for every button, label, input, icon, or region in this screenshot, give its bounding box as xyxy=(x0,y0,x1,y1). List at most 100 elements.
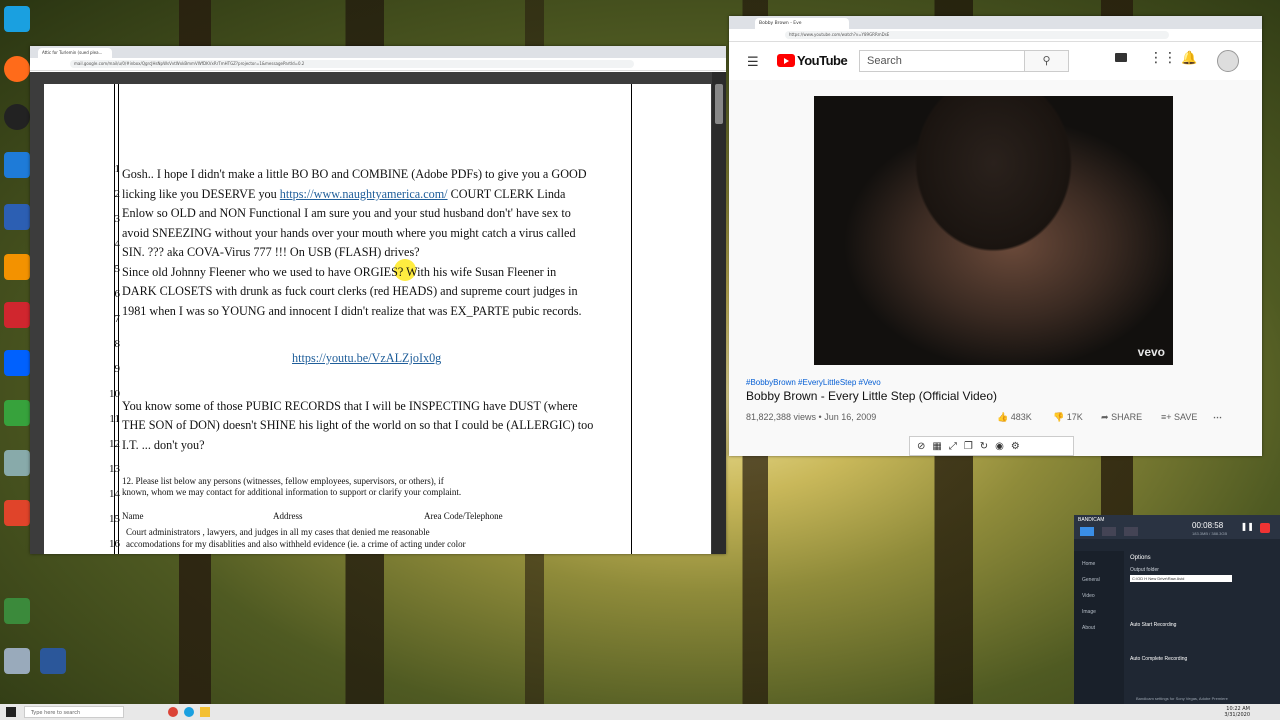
menu-home[interactable]: Home xyxy=(1082,561,1095,567)
system-clock[interactable]: 10:22 AM 3/31/2020 xyxy=(1224,706,1250,718)
start-windows-icon[interactable] xyxy=(6,707,16,717)
chrome-desktop-icon[interactable] xyxy=(4,104,30,130)
chrome-taskbar-icon[interactable] xyxy=(168,707,178,717)
url-field[interactable]: mail.google.com/mail/u/0/#inbox/QgrcJHsN… xyxy=(70,60,634,68)
address-bar: mail.google.com/mail/u/0/#inbox/QgrcJHsN… xyxy=(30,58,726,71)
game-mode-icon[interactable] xyxy=(1102,527,1116,536)
camtasia-desktop-icon[interactable] xyxy=(4,400,30,426)
line-number: 9 xyxy=(114,363,121,375)
pdf-viewer: 1 2 3 4 5 6 7 8 9 10 11 12 13 14 15 16 G… xyxy=(30,72,726,554)
recording-timer: 00:08:58 xyxy=(1192,521,1224,530)
apps-grid-icon[interactable]: ⋮⋮ xyxy=(1149,50,1177,66)
line-number: 4 xyxy=(114,238,121,250)
notifications-bell-icon[interactable]: 🔔 xyxy=(1181,51,1197,66)
pause-icon[interactable]: ❚❚ xyxy=(1241,522,1254,531)
thumbs-up-icon: 👍 xyxy=(997,412,1009,422)
search-button[interactable]: ⚲ xyxy=(1025,50,1069,72)
tab-strip: Bobby Brown - Eve xyxy=(729,16,1262,29)
youtube-tab[interactable]: Bobby Brown - Eve xyxy=(755,18,849,29)
column-address: Address xyxy=(273,511,303,521)
more-actions-icon[interactable]: ⋯ xyxy=(1213,412,1222,423)
text-fragment: licking like you DESERVE you xyxy=(122,187,280,201)
share-button[interactable]: ➦ SHARE xyxy=(1101,412,1142,423)
text-line: You know some of those PUBIC RECORDS tha… xyxy=(122,399,578,413)
text-line: Gosh.. I hope I didn't make a little BO … xyxy=(122,167,587,181)
bandicam-toolbar: BANDICAM 00:08:58 183.3MB / 388.3GB ❚❚ xyxy=(1074,515,1280,539)
scroll-thumb[interactable] xyxy=(715,84,723,124)
vlc-desktop-icon[interactable] xyxy=(4,254,30,280)
options-heading: Options xyxy=(1130,555,1151,561)
quicken-desktop-icon[interactable] xyxy=(4,302,30,328)
line-number: 3 xyxy=(114,213,121,225)
vertical-scrollbar[interactable] xyxy=(712,72,726,554)
dislike-count: 17K xyxy=(1066,412,1083,422)
bandicam-footer[interactable]: Bandicam settings for Sony Vegas, Adobe … xyxy=(1136,696,1228,701)
save-button[interactable]: ≡+ SAVE xyxy=(1161,412,1197,422)
word-desktop-icon[interactable] xyxy=(40,648,66,674)
text-line: I.T. ... don't you? xyxy=(122,438,205,452)
search-input[interactable]: Search xyxy=(859,50,1025,72)
dropbox-desktop-icon[interactable] xyxy=(4,350,30,376)
hamburger-menu-icon[interactable]: ☰ xyxy=(747,55,759,70)
line-number: 2 xyxy=(114,188,121,200)
youtube-header: ☰ YouTube Search ⚲ ⋮⋮ 🔔 xyxy=(729,42,1262,80)
taskbar: Type here to search 10:22 AM 3/31/2020 xyxy=(0,704,1280,720)
tab-strip: Attic for Turlemin (sued plea... xyxy=(30,46,726,58)
pdf-tab[interactable]: Attic for Turlemin (sued plea... xyxy=(38,48,112,58)
vevo-watermark: vevo xyxy=(1137,345,1165,359)
output-folder-field[interactable]: C:\OD H New Drive\Raw Avid xyxy=(1130,575,1232,582)
form-text: known, whom we may contact for additiona… xyxy=(122,487,462,497)
naughtyamerica-link[interactable]: https://www.naughtyamerica.com/ xyxy=(280,187,448,201)
access-desktop-icon[interactable] xyxy=(4,204,30,230)
wbb-desktop-icon[interactable] xyxy=(4,450,30,476)
create-video-icon[interactable] xyxy=(1115,53,1127,62)
line-number: 15 xyxy=(109,513,120,525)
save-playlist-icon: ≡+ xyxy=(1161,412,1172,422)
recording-desktop-icon[interactable] xyxy=(4,598,30,624)
clock-date: 3/31/2020 xyxy=(1224,712,1250,718)
bandicam-sidebar: Home General Video Image About xyxy=(1074,551,1124,705)
line-number: 8 xyxy=(114,338,121,350)
text-line: avoid SNEEZING without your hands over y… xyxy=(122,226,576,240)
menu-image[interactable]: Image xyxy=(1082,609,1096,615)
url-field[interactable]: https://www.youtube.com/watch?v=Y89GRRmD… xyxy=(785,31,1169,39)
bandicam-desktop-icon[interactable] xyxy=(4,500,30,526)
search-icon: ⚲ xyxy=(1042,54,1051,67)
bandicam-options: Options Output folder C:\OD H New Drive\… xyxy=(1130,555,1232,662)
menu-video[interactable]: Video xyxy=(1082,593,1095,599)
hashtags[interactable]: #BobbyBrown #EveryLittleStep #Vevo xyxy=(746,378,881,387)
explorer-taskbar-icon[interactable] xyxy=(200,707,210,717)
text-line: 1981 when I was so YOUNG and innocent I … xyxy=(122,304,582,318)
avast-desktop-icon[interactable] xyxy=(4,56,30,82)
thumbs-down-icon: 👎 xyxy=(1053,412,1065,422)
youtube-link[interactable]: https://youtu.be/VzALZjoIx0g xyxy=(292,351,441,365)
share-label: SHARE xyxy=(1111,412,1143,422)
ie-desktop-icon[interactable] xyxy=(4,152,30,178)
youtube-browser-window: Bobby Brown - Eve https://www.youtube.co… xyxy=(729,16,1262,456)
column-phone: Area Code/Telephone xyxy=(424,511,503,521)
menu-general[interactable]: General xyxy=(1082,577,1100,583)
line-number: 11 xyxy=(109,413,120,425)
video-player[interactable]: vevo xyxy=(814,96,1173,365)
avatar[interactable] xyxy=(1217,50,1239,72)
bandicam-window: BANDICAM 00:08:58 183.3MB / 388.3GB ❚❚ H… xyxy=(1074,515,1280,705)
edge-desktop-icon[interactable] xyxy=(4,6,30,32)
column-name: Name xyxy=(122,511,144,521)
recycle-bin-icon[interactable] xyxy=(4,648,30,674)
stop-record-button[interactable] xyxy=(1260,523,1270,533)
device-mode-icon[interactable] xyxy=(1124,527,1138,536)
like-button[interactable]: 👍 483K xyxy=(997,412,1032,423)
text-fragment: COURT CLERK Linda xyxy=(447,187,566,201)
screen-mode-icon[interactable] xyxy=(1080,527,1094,536)
pleading-page: 1 2 3 4 5 6 7 8 9 10 11 12 13 14 15 16 G… xyxy=(44,84,711,554)
line-number: 10 xyxy=(109,388,120,400)
screen-capture-toolbar[interactable]: ⊘▦⤢❐↻◉⚙ xyxy=(909,436,1074,456)
dislike-button[interactable]: 👎 17K xyxy=(1053,412,1083,423)
taskbar-search-input[interactable]: Type here to search xyxy=(24,706,124,718)
line-number: 14 xyxy=(109,488,120,500)
edge-taskbar-icon[interactable] xyxy=(184,707,194,717)
text-line: https://youtu.be/VzALZjoIx0g xyxy=(292,351,441,366)
youtube-logo[interactable]: YouTube xyxy=(777,53,848,68)
menu-about[interactable]: About xyxy=(1082,625,1095,631)
text-line: SIN. ??? aka COVA-Virus 777 !!! On USB (… xyxy=(122,245,420,259)
